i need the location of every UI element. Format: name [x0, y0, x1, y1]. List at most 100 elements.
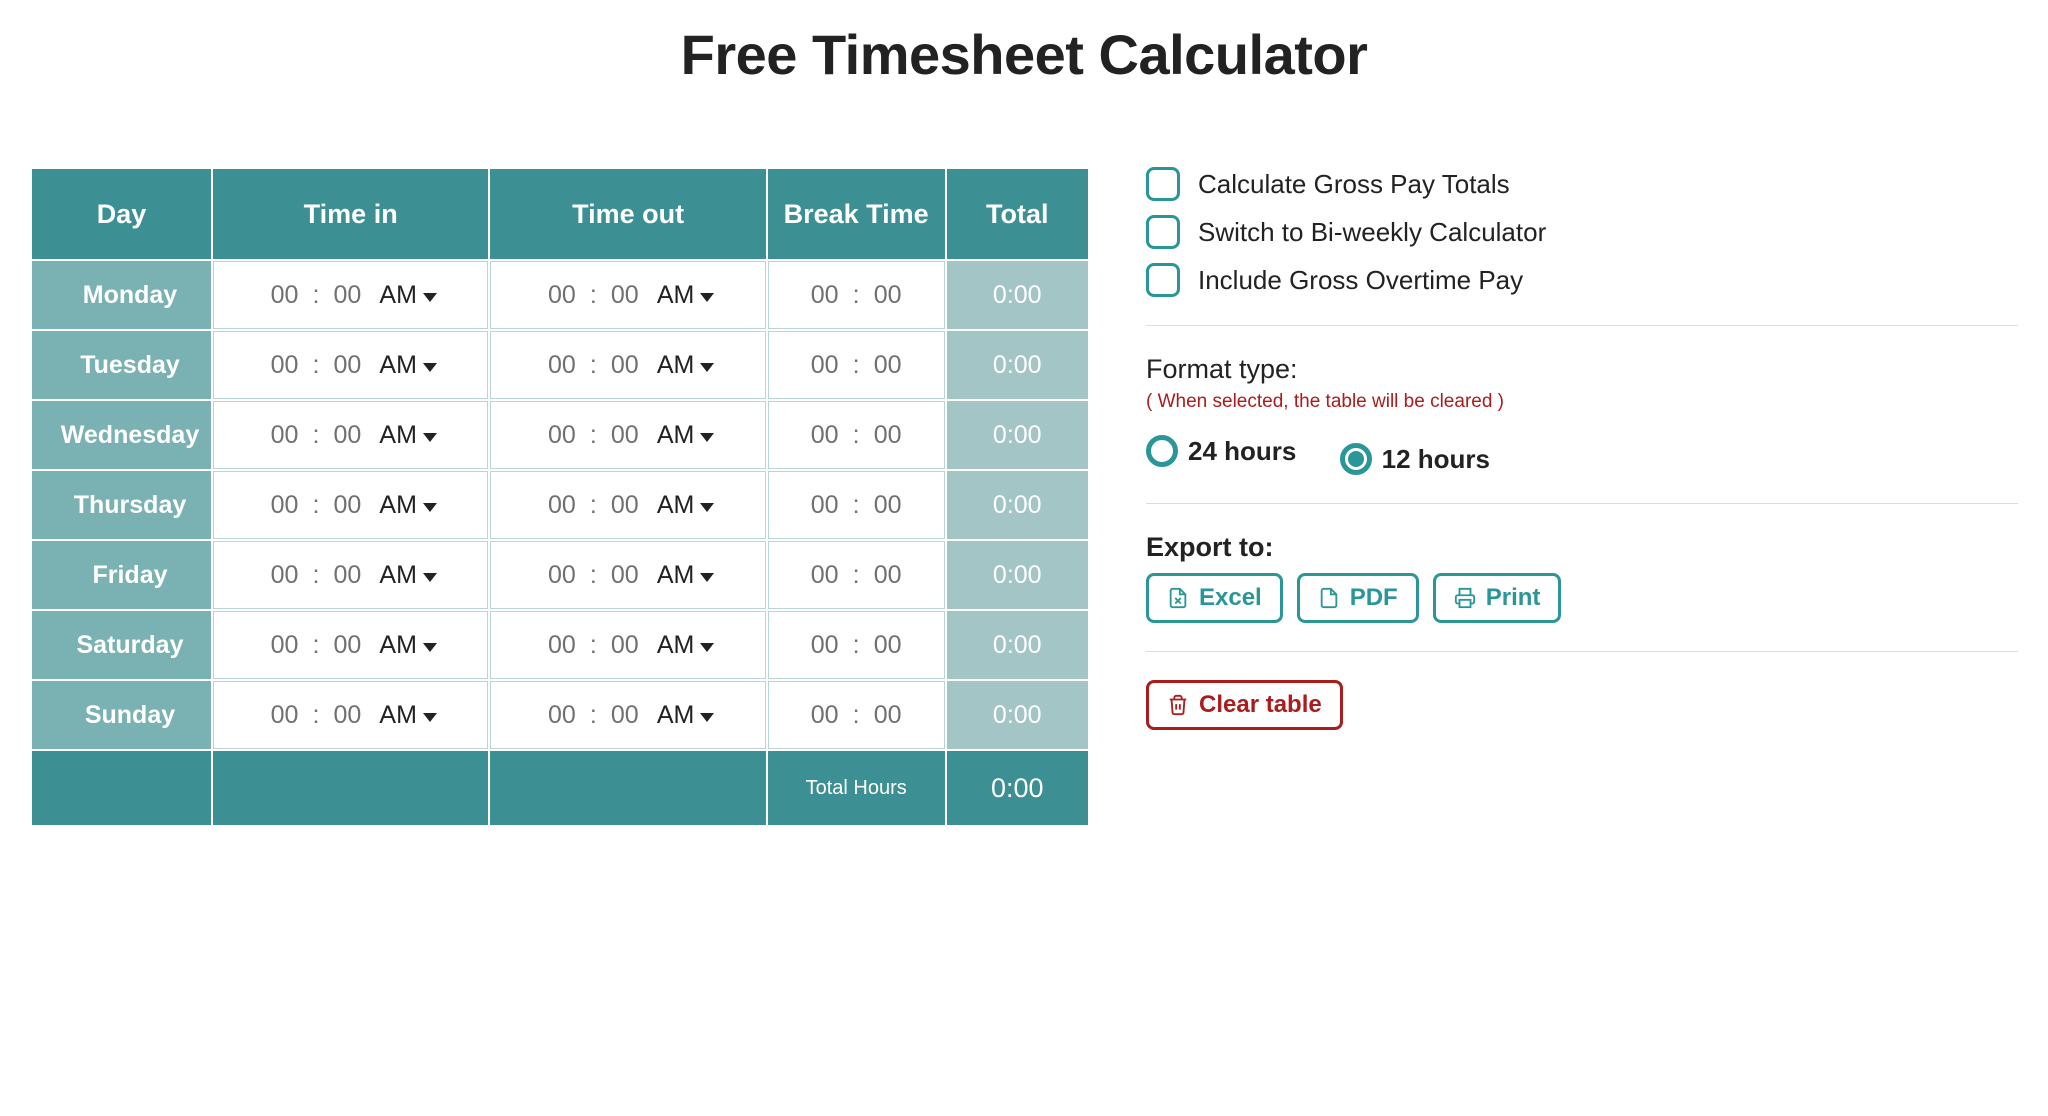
time-out-minute-input[interactable]	[605, 490, 645, 521]
time-out-ampm-select[interactable]: AM	[657, 421, 715, 450]
radio-icon[interactable]	[1146, 435, 1178, 467]
time-in-minute-input[interactable]	[327, 700, 367, 731]
print-icon	[1454, 587, 1476, 609]
time-in-hour-input[interactable]	[264, 560, 304, 591]
chevron-down-icon	[700, 293, 714, 302]
time-in-cell: : AM	[213, 611, 488, 679]
format-label: Format type:	[1146, 354, 2018, 385]
time-out-hour-input[interactable]	[542, 280, 582, 311]
break-minute-input[interactable]	[868, 700, 908, 731]
time-in-cell: : AM	[213, 681, 488, 749]
break-minute-input[interactable]	[868, 420, 908, 451]
break-hour-input[interactable]	[805, 490, 845, 521]
colon: :	[312, 421, 319, 450]
time-in-hour-input[interactable]	[264, 630, 304, 661]
time-in-ampm-select[interactable]: AM	[379, 421, 437, 450]
radio-icon[interactable]	[1340, 443, 1372, 475]
export-label: Export to:	[1146, 532, 2018, 563]
clear-table-button[interactable]: Clear table	[1146, 680, 1343, 730]
colon: :	[312, 701, 319, 730]
time-out-ampm-select[interactable]: AM	[657, 701, 715, 730]
break-hour-input[interactable]	[805, 700, 845, 731]
time-in-minute-input[interactable]	[327, 280, 367, 311]
button-label: Print	[1486, 584, 1541, 612]
time-in-hour-input[interactable]	[264, 420, 304, 451]
time-in-minute-input[interactable]	[327, 490, 367, 521]
break-minute-input[interactable]	[868, 350, 908, 381]
checkbox-icon[interactable]	[1146, 263, 1180, 297]
time-out-ampm-select[interactable]: AM	[657, 561, 715, 590]
time-out-hour-input[interactable]	[542, 490, 582, 521]
time-out-minute-input[interactable]	[605, 700, 645, 731]
file-excel-icon	[1167, 587, 1189, 609]
option-label: Include Gross Overtime Pay	[1198, 265, 1523, 296]
ampm-label: AM	[657, 701, 695, 730]
time-out-hour-input[interactable]	[542, 560, 582, 591]
option-biweekly[interactable]: Switch to Bi-weekly Calculator	[1146, 215, 2018, 249]
time-out-minute-input[interactable]	[605, 280, 645, 311]
time-out-ampm-select[interactable]: AM	[657, 351, 715, 380]
time-out-ampm-select[interactable]: AM	[657, 281, 715, 310]
time-in-ampm-select[interactable]: AM	[379, 561, 437, 590]
colon: :	[590, 491, 597, 520]
day-name: Wednesday	[32, 401, 211, 469]
page-title: Free Timesheet Calculator	[30, 22, 2018, 87]
time-in-minute-input[interactable]	[327, 560, 367, 591]
time-in-ampm-select[interactable]: AM	[379, 281, 437, 310]
radio-12-hours[interactable]: 12 hours	[1340, 443, 1490, 475]
button-label: PDF	[1350, 584, 1398, 612]
break-minute-input[interactable]	[868, 280, 908, 311]
time-out-ampm-select[interactable]: AM	[657, 631, 715, 660]
time-in-minute-input[interactable]	[327, 420, 367, 451]
break-cell: :	[768, 681, 945, 749]
chevron-down-icon	[423, 363, 437, 372]
break-hour-input[interactable]	[805, 560, 845, 591]
checkbox-icon[interactable]	[1146, 215, 1180, 249]
checkbox-icon[interactable]	[1146, 167, 1180, 201]
colon: :	[853, 491, 860, 520]
break-hour-input[interactable]	[805, 420, 845, 451]
break-hour-input[interactable]	[805, 630, 845, 661]
break-minute-input[interactable]	[868, 490, 908, 521]
table-row: Friday : AM : AM	[32, 541, 1088, 609]
time-out-minute-input[interactable]	[605, 560, 645, 591]
option-overtime[interactable]: Include Gross Overtime Pay	[1146, 263, 2018, 297]
chevron-down-icon	[700, 573, 714, 582]
time-out-minute-input[interactable]	[605, 420, 645, 451]
colon: :	[590, 351, 597, 380]
break-minute-input[interactable]	[868, 630, 908, 661]
time-in-ampm-select[interactable]: AM	[379, 631, 437, 660]
time-in-hour-input[interactable]	[264, 350, 304, 381]
break-hour-input[interactable]	[805, 280, 845, 311]
time-in-hour-input[interactable]	[264, 700, 304, 731]
chevron-down-icon	[423, 503, 437, 512]
time-in-hour-input[interactable]	[264, 490, 304, 521]
row-total: 0:00	[947, 471, 1088, 539]
time-out-minute-input[interactable]	[605, 630, 645, 661]
time-in-ampm-select[interactable]: AM	[379, 491, 437, 520]
radio-24-hours[interactable]: 24 hours	[1146, 435, 1296, 467]
time-out-hour-input[interactable]	[542, 700, 582, 731]
time-out-hour-input[interactable]	[542, 420, 582, 451]
time-in-ampm-select[interactable]: AM	[379, 351, 437, 380]
time-out-ampm-select[interactable]: AM	[657, 491, 715, 520]
time-in-minute-input[interactable]	[327, 350, 367, 381]
export-pdf-button[interactable]: PDF	[1297, 573, 1419, 623]
time-in-hour-input[interactable]	[264, 280, 304, 311]
time-in-ampm-select[interactable]: AM	[379, 701, 437, 730]
time-in-minute-input[interactable]	[327, 630, 367, 661]
export-excel-button[interactable]: Excel	[1146, 573, 1283, 623]
button-label: Clear table	[1199, 691, 1322, 719]
ampm-label: AM	[657, 561, 695, 590]
colon: :	[590, 631, 597, 660]
time-out-hour-input[interactable]	[542, 630, 582, 661]
time-out-minute-input[interactable]	[605, 350, 645, 381]
radio-label: 12 hours	[1382, 444, 1490, 475]
day-name: Thursday	[32, 471, 211, 539]
option-gross-pay[interactable]: Calculate Gross Pay Totals	[1146, 167, 2018, 201]
time-out-hour-input[interactable]	[542, 350, 582, 381]
break-hour-input[interactable]	[805, 350, 845, 381]
ampm-label: AM	[379, 421, 417, 450]
export-print-button[interactable]: Print	[1433, 573, 1562, 623]
break-minute-input[interactable]	[868, 560, 908, 591]
